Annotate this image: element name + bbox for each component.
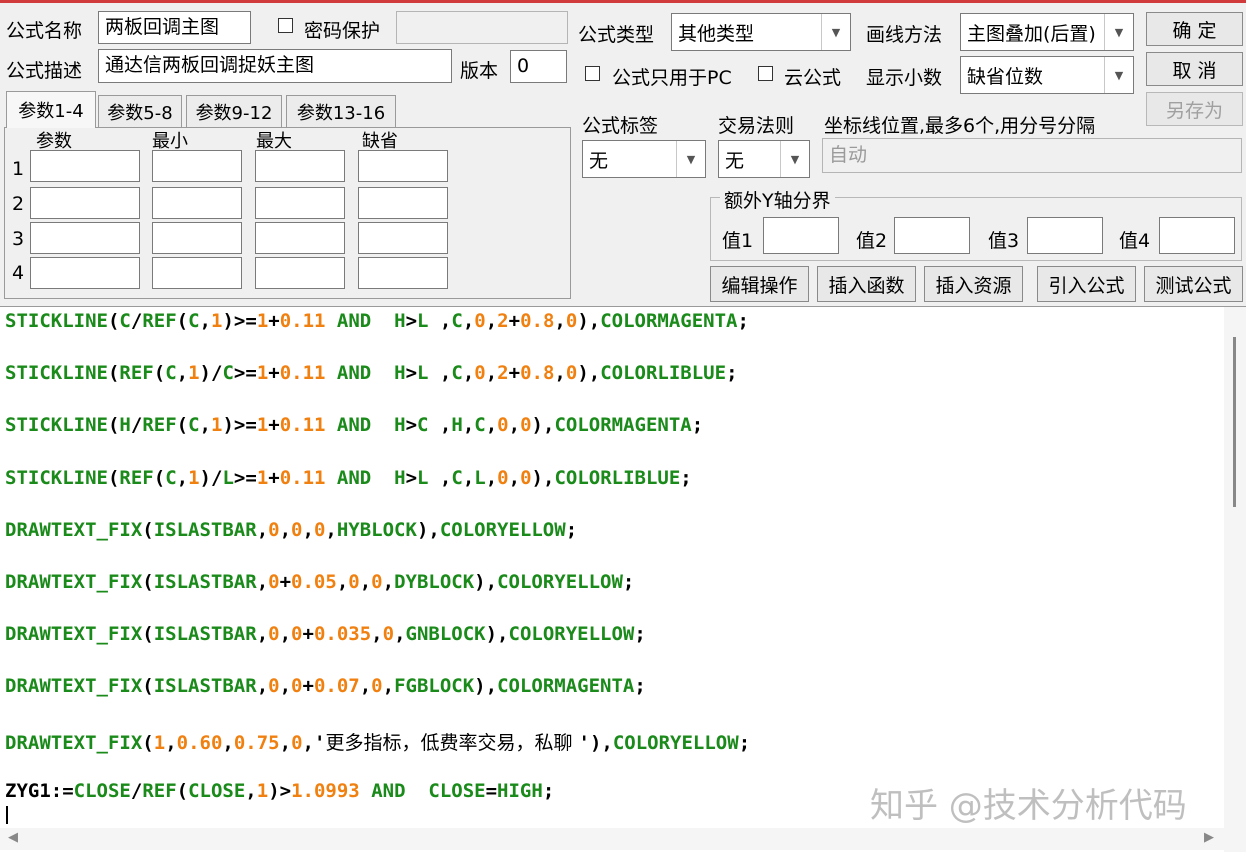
- yaxis-value-1-input[interactable]: [763, 217, 839, 254]
- scroll-left-icon[interactable]: ◀: [8, 830, 18, 845]
- tab-params-1-4[interactable]: 参数1-4: [6, 91, 96, 128]
- param-name-input[interactable]: [30, 222, 140, 254]
- horizontal-scrollbar[interactable]: ◀ ▶: [0, 828, 1224, 850]
- formula-tag-label: 公式标签: [582, 115, 659, 137]
- param-row-label: 4: [12, 262, 25, 284]
- save-as-button[interactable]: 另存为: [1146, 92, 1243, 126]
- formula-type-label: 公式类型: [578, 24, 655, 46]
- draw-method-value: 主图叠加(后置): [967, 22, 1096, 45]
- yaxis-label-4: 值4: [1119, 230, 1151, 252]
- tab-params-9-12[interactable]: 参数9-12: [186, 95, 282, 127]
- axis-label: 坐标线位置,最多6个,用分号分隔: [824, 115, 1096, 137]
- password-checkbox[interactable]: [278, 18, 293, 33]
- scroll-thumb[interactable]: [1233, 337, 1236, 507]
- decimal-select[interactable]: 缺省位数 ▼: [960, 56, 1134, 94]
- pc-only-checkbox[interactable]: [585, 66, 600, 81]
- watermark: 知乎 @技术分析代码: [870, 786, 1187, 826]
- version-label: 版本: [460, 60, 499, 82]
- chevron-down-icon: ▼: [821, 14, 850, 50]
- code-line: STICKLINE(H/REF(C,1)>=1+0.11 AND H>C ,H,…: [5, 414, 704, 437]
- param-min-input[interactable]: [152, 257, 242, 289]
- formula-name-label: 公式名称: [6, 20, 83, 42]
- pc-only-label: 公式只用于PC: [612, 67, 732, 89]
- test-formula-button[interactable]: 测试公式: [1144, 266, 1243, 302]
- text-caret: [6, 806, 8, 824]
- insert-resource-button[interactable]: 插入资源: [924, 266, 1023, 302]
- param-name-input[interactable]: [30, 187, 140, 219]
- yaxis-label-1: 值1: [722, 230, 754, 252]
- param-min-input[interactable]: [152, 187, 242, 219]
- chevron-down-icon: ▼: [676, 141, 705, 177]
- formula-type-value: 其他类型: [678, 22, 755, 45]
- trade-rule-label: 交易法则: [718, 115, 795, 137]
- formula-tag-value: 无: [589, 149, 609, 172]
- scroll-right-icon[interactable]: ▶: [1204, 830, 1214, 845]
- code-line: ZYG1:=CLOSE/REF(CLOSE,1)>1.0993 AND CLOS…: [5, 779, 555, 802]
- tab-params-5-8[interactable]: 参数5-8: [98, 95, 182, 127]
- code-line: STICKLINE(REF(C,1)/L>=1+0.11 AND H>L ,C,…: [5, 466, 692, 489]
- param-max-input[interactable]: [255, 257, 345, 289]
- password-input: [396, 11, 568, 44]
- code-line: STICKLINE(C/REF(C,1)>=1+0.11 AND H>L ,C,…: [5, 310, 749, 332]
- yaxis-value-2-input[interactable]: [894, 217, 970, 254]
- formula-type-select[interactable]: 其他类型 ▼: [671, 13, 851, 51]
- chevron-down-icon: ▼: [1104, 14, 1133, 50]
- decimal-value: 缺省位数: [967, 65, 1044, 88]
- code-line: DRAWTEXT_FIX(ISLASTBAR,0,0,0,HYBLOCK),CO…: [5, 518, 578, 541]
- edit-operation-button[interactable]: 编辑操作: [710, 266, 809, 302]
- version-input[interactable]: 0: [510, 50, 567, 83]
- trade-rule-select[interactable]: 无 ▼: [718, 140, 810, 178]
- formula-desc-input[interactable]: 通达信两板回调捉妖主图: [98, 49, 452, 83]
- param-default-input[interactable]: [358, 222, 448, 254]
- param-max-input[interactable]: [255, 222, 345, 254]
- code-line: DRAWTEXT_FIX(1,0.60,0.75,0,'更多指标，低费率交易，私…: [5, 731, 751, 754]
- insert-function-button[interactable]: 插入函数: [817, 266, 916, 302]
- yaxis-value-3-input[interactable]: [1027, 217, 1103, 254]
- formula-name-input[interactable]: 两板回调主图: [98, 11, 251, 44]
- param-row-label: 1: [12, 158, 25, 180]
- formula-desc-label: 公式描述: [6, 60, 83, 82]
- trade-rule-value: 无: [725, 149, 745, 172]
- param-max-input[interactable]: [255, 187, 345, 219]
- code-line: DRAWTEXT_FIX(ISLASTBAR,0+0.05,0,0,DYBLOC…: [5, 571, 635, 593]
- ok-button[interactable]: 确 定: [1146, 12, 1243, 46]
- cloud-checkbox[interactable]: [758, 66, 773, 81]
- cloud-label: 云公式: [784, 67, 842, 89]
- tab-params-13-16[interactable]: 参数13-16: [286, 95, 396, 127]
- axis-input: 自动: [822, 138, 1242, 173]
- import-formula-button[interactable]: 引入公式: [1037, 266, 1136, 302]
- draw-method-select[interactable]: 主图叠加(后置) ▼: [960, 13, 1134, 51]
- param-row-label: 2: [12, 193, 25, 215]
- yaxis-label-3: 值3: [988, 230, 1020, 252]
- param-row-label: 3: [12, 228, 25, 250]
- vertical-scrollbar[interactable]: [1224, 307, 1246, 852]
- param-min-input[interactable]: [152, 150, 242, 182]
- param-name-input[interactable]: [30, 257, 140, 289]
- param-default-input[interactable]: [358, 150, 448, 182]
- cancel-button[interactable]: 取 消: [1146, 52, 1243, 86]
- chevron-down-icon: ▼: [780, 141, 809, 177]
- param-min-input[interactable]: [152, 222, 242, 254]
- password-label: 密码保护: [304, 20, 381, 42]
- yaxis-label-2: 值2: [856, 230, 888, 252]
- param-default-input[interactable]: [358, 257, 448, 289]
- draw-method-label: 画线方法: [866, 24, 943, 46]
- decimal-label: 显示小数: [866, 67, 943, 89]
- yaxis-group-title: 额外Y轴分界: [720, 186, 835, 213]
- chevron-down-icon: ▼: [1104, 57, 1133, 93]
- window-top-border: [0, 0, 1246, 3]
- code-line: DRAWTEXT_FIX(ISLASTBAR,0,0+0.035,0,GNBLO…: [5, 623, 646, 646]
- yaxis-value-4-input[interactable]: [1159, 217, 1235, 254]
- param-max-input[interactable]: [255, 150, 345, 182]
- code-line: STICKLINE(REF(C,1)/C>=1+0.11 AND H>L ,C,…: [5, 362, 738, 385]
- code-line: DRAWTEXT_FIX(ISLASTBAR,0,0+0.07,0,FGBLOC…: [5, 675, 646, 698]
- param-default-input[interactable]: [358, 187, 448, 219]
- param-name-input[interactable]: [30, 150, 140, 182]
- formula-tag-select[interactable]: 无 ▼: [582, 140, 706, 178]
